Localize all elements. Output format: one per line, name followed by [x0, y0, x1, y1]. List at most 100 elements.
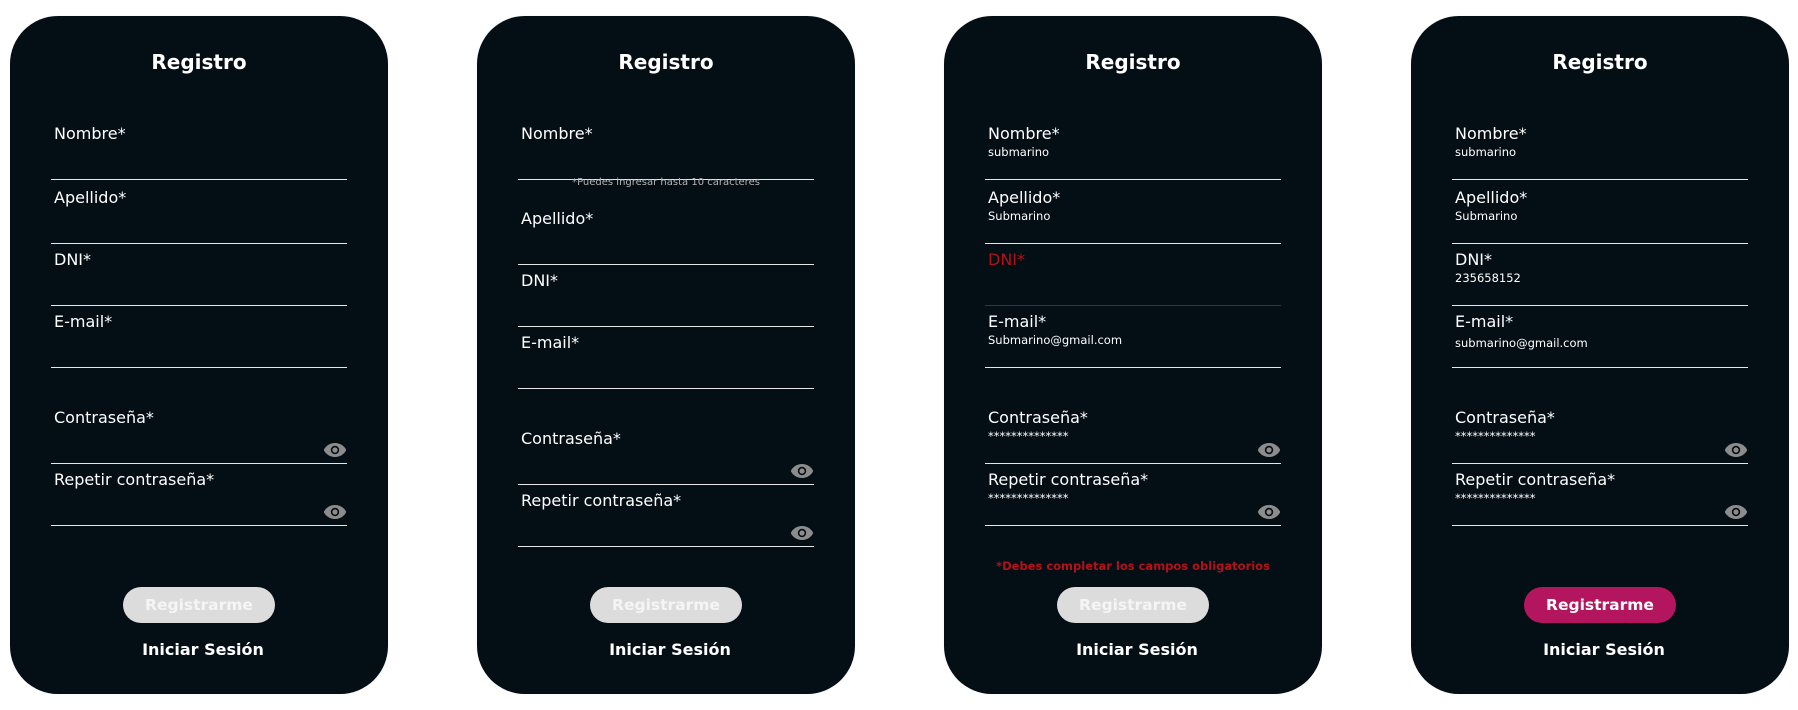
apellido-label: Apellido* [521, 209, 594, 228]
apellido-field[interactable]: Apellido* Submarino [1452, 188, 1748, 244]
dni-label: DNI* [988, 250, 1026, 269]
input-underline [1452, 463, 1748, 464]
repeat-password-value: ************** [1455, 491, 1536, 505]
password-label: Contraseña* [54, 408, 154, 427]
dni-label: DNI* [521, 271, 559, 290]
email-field[interactable]: E-mail* Submarino@gmail.com [985, 312, 1281, 368]
register-button[interactable]: Registrarme [123, 587, 275, 623]
dni-field[interactable]: DNI* [985, 250, 1281, 306]
input-underline [518, 388, 814, 389]
email-label: E-mail* [54, 312, 113, 331]
apellido-label: Apellido* [1455, 188, 1528, 207]
input-underline-error [985, 305, 1281, 306]
page-title: Registro [618, 50, 714, 74]
input-underline [1452, 367, 1748, 368]
nombre-label: Nombre* [521, 124, 593, 143]
input-underline [51, 179, 347, 180]
input-underline [518, 546, 814, 547]
password-field[interactable]: Contraseña* [51, 408, 347, 464]
repeat-password-label: Repetir contraseña* [521, 491, 682, 510]
password-label: Contraseña* [988, 408, 1088, 427]
nombre-field[interactable]: Nombre* submarino [985, 124, 1281, 180]
register-button[interactable]: Registrarme [1057, 587, 1209, 623]
eye-icon[interactable] [790, 525, 814, 541]
nombre-value: submarino [1455, 145, 1517, 159]
email-label: E-mail* [1455, 312, 1514, 331]
input-underline [985, 179, 1281, 180]
input-underline [985, 525, 1281, 526]
input-underline [51, 367, 347, 368]
login-link[interactable]: Iniciar Sesión [477, 640, 855, 659]
input-underline [1452, 179, 1748, 180]
input-underline [51, 243, 347, 244]
repeat-password-field[interactable]: Repetir contraseña* [518, 491, 814, 547]
password-field[interactable]: Contraseña* [518, 429, 814, 485]
apellido-value: Submarino [1455, 209, 1518, 223]
input-underline [985, 367, 1281, 368]
email-value: submarino@gmail.com [1455, 336, 1588, 350]
password-field[interactable]: Contraseña* ************** [985, 408, 1281, 464]
input-underline [985, 243, 1281, 244]
page-title: Registro [1552, 50, 1648, 74]
login-link[interactable]: Iniciar Sesión [10, 640, 388, 659]
apellido-field[interactable]: Apellido* [51, 188, 347, 244]
nombre-label: Nombre* [54, 124, 126, 143]
input-underline [518, 326, 814, 327]
dni-label: DNI* [54, 250, 92, 269]
nombre-hint: *Puedes ingresar hasta 10 caracteres [572, 177, 760, 188]
error-message: *Debes completar los campos obligatorios [996, 559, 1270, 573]
page-title: Registro [1085, 50, 1181, 74]
nombre-field[interactable]: Nombre* [51, 124, 347, 180]
page-title: Registro [151, 50, 247, 74]
register-button[interactable]: Registrarme [1524, 587, 1676, 623]
eye-icon[interactable] [323, 442, 347, 458]
repeat-password-value: ************** [988, 491, 1069, 505]
email-field[interactable]: E-mail* [51, 312, 347, 368]
eye-icon[interactable] [790, 463, 814, 479]
login-link[interactable]: Iniciar Sesión [944, 640, 1322, 659]
register-button[interactable]: Registrarme [590, 587, 742, 623]
dni-field[interactable]: DNI* [518, 271, 814, 327]
input-underline [985, 463, 1281, 464]
repeat-password-field[interactable]: Repetir contraseña* ************** [1452, 470, 1748, 526]
repeat-password-field[interactable]: Repetir contraseña* [51, 470, 347, 526]
input-underline [51, 525, 347, 526]
dni-value: 235658152 [1455, 271, 1521, 285]
register-screen-hint: Registro Nombre* *Puedes ingresar hasta … [477, 16, 855, 694]
login-link[interactable]: Iniciar Sesión [1411, 640, 1789, 659]
dni-field[interactable]: DNI* 235658152 [1452, 250, 1748, 306]
password-value: ************** [1455, 429, 1536, 443]
eye-icon[interactable] [1724, 504, 1748, 520]
password-value: ************** [988, 429, 1069, 443]
nombre-field[interactable]: Nombre* [518, 124, 814, 180]
eye-icon[interactable] [1724, 442, 1748, 458]
password-field[interactable]: Contraseña* ************** [1452, 408, 1748, 464]
input-underline [518, 264, 814, 265]
apellido-value: Submarino [988, 209, 1051, 223]
eye-icon[interactable] [1257, 442, 1281, 458]
input-underline [1452, 305, 1748, 306]
dni-field[interactable]: DNI* [51, 250, 347, 306]
email-value: Submarino@gmail.com [988, 333, 1123, 347]
repeat-password-label: Repetir contraseña* [54, 470, 215, 489]
eye-icon[interactable] [323, 504, 347, 520]
email-field[interactable]: E-mail* [518, 333, 814, 389]
email-label: E-mail* [988, 312, 1047, 331]
nombre-label: Nombre* [1455, 124, 1527, 143]
repeat-password-field[interactable]: Repetir contraseña* ************** [985, 470, 1281, 526]
repeat-password-label: Repetir contraseña* [1455, 470, 1616, 489]
eye-icon[interactable] [1257, 504, 1281, 520]
email-field[interactable]: E-mail* submarino@gmail.com [1452, 312, 1748, 368]
nombre-label: Nombre* [988, 124, 1060, 143]
repeat-password-label: Repetir contraseña* [988, 470, 1149, 489]
nombre-field[interactable]: Nombre* submarino [1452, 124, 1748, 180]
password-label: Contraseña* [521, 429, 621, 448]
register-screen-error: Registro Nombre* submarino Apellido* Sub… [944, 16, 1322, 694]
password-label: Contraseña* [1455, 408, 1555, 427]
email-label: E-mail* [521, 333, 580, 352]
input-underline [1452, 525, 1748, 526]
register-screen-complete: Registro Nombre* submarino Apellido* Sub… [1411, 16, 1789, 694]
apellido-field[interactable]: Apellido* [518, 209, 814, 265]
register-screen-empty: Registro Nombre* Apellido* DNI* E-mail* … [10, 16, 388, 694]
apellido-field[interactable]: Apellido* Submarino [985, 188, 1281, 244]
